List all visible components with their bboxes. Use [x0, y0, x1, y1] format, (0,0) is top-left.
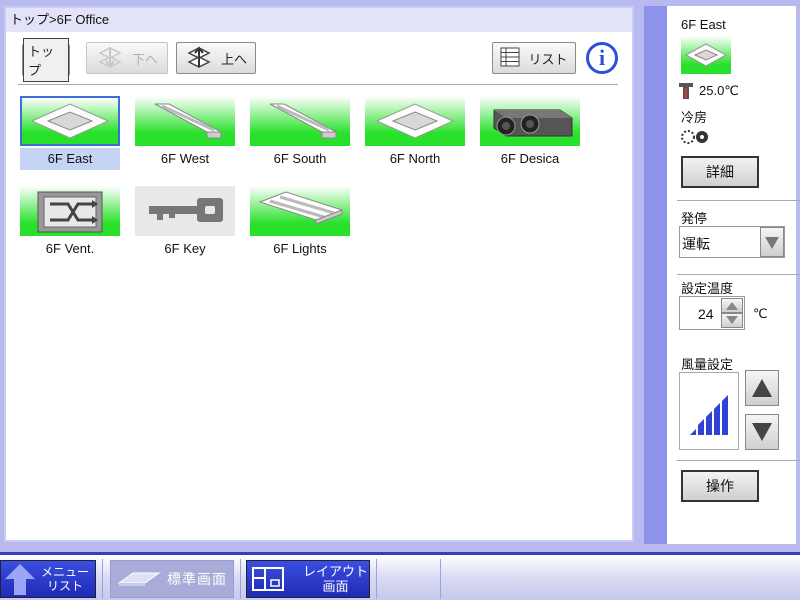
breadcrumb: トップ>6F Office — [6, 8, 632, 32]
menu-list-button[interactable]: メニュー リスト — [0, 560, 96, 598]
operate-button-label: 操作 — [706, 478, 734, 494]
up-button[interactable]: 上へ — [176, 42, 256, 74]
info-button[interactable]: i — [586, 42, 618, 74]
fluorescent-light-icon — [250, 96, 350, 146]
standard-screen-button[interactable]: 標準画面 — [110, 560, 234, 598]
setpoint-value: 24 — [698, 306, 714, 322]
layout-screen-icon — [252, 567, 284, 591]
list-button-label: リスト — [528, 51, 568, 67]
detail-button[interactable]: 詳細 — [681, 156, 759, 188]
detail-panel: 6F East 25.0℃ 冷房 詳細 発停 運転 設定温度 24 ℃ 風量設定… — [644, 6, 800, 544]
device-label: 6F Desica — [500, 151, 560, 166]
down-button-label: 下へ — [131, 51, 158, 67]
device-tile[interactable]: 6F West — [135, 96, 235, 178]
cassette-ac-icon — [365, 96, 465, 146]
onoff-select[interactable]: 運転 — [679, 226, 785, 258]
device-tile[interactable]: 6F East — [20, 96, 120, 178]
cassette-ac-icon — [20, 96, 120, 146]
desiccant-unit-icon — [480, 96, 580, 146]
operate-button[interactable]: 操作 — [681, 470, 759, 502]
standard-screen-label: 標準画面 — [167, 571, 227, 587]
fluorescent-light-icon — [250, 186, 350, 236]
ventilation-icon — [20, 186, 120, 236]
fan-up-button[interactable] — [745, 370, 779, 406]
fan-speed-icon — [679, 128, 715, 149]
top-button-label: トップ — [23, 38, 69, 82]
thermometer-icon — [677, 80, 695, 103]
up-arrow-icon — [185, 45, 213, 72]
device-tile[interactable]: 6F Key — [135, 186, 235, 268]
down-button[interactable]: 下へ — [86, 42, 168, 74]
standard-screen-icon — [117, 572, 161, 586]
device-label: 6F North — [389, 151, 441, 166]
separator — [440, 559, 441, 599]
separator — [240, 559, 241, 599]
chevron-down-icon[interactable] — [760, 227, 784, 257]
fan-title: 風量設定 — [681, 357, 734, 372]
fan-level-bars-icon — [690, 395, 728, 435]
selected-device-name: 6F East — [681, 17, 726, 32]
fluorescent-light-icon — [135, 96, 235, 146]
menu-list-label-line2: リスト — [47, 579, 84, 593]
onoff-value: 運転 — [682, 236, 710, 252]
chevron-up-icon[interactable] — [721, 298, 743, 313]
separator — [677, 274, 800, 275]
fan-down-button[interactable] — [745, 414, 779, 450]
room-temperature: 25.0℃ — [699, 83, 739, 98]
separator — [677, 460, 800, 461]
device-tile[interactable]: 6F Vent. — [20, 186, 120, 268]
fan-level-display — [679, 372, 739, 450]
setpoint-unit: ℃ — [753, 306, 768, 321]
layout-screen-label-line1: レイアウト — [303, 564, 369, 579]
device-label: 6F South — [273, 151, 327, 166]
detail-button-label: 詳細 — [706, 164, 734, 180]
cassette-ac-icon — [681, 36, 731, 74]
key-icon — [135, 186, 235, 236]
down-arrow-icon — [96, 45, 124, 72]
menu-list-label-line1: メニュー — [41, 565, 90, 579]
device-tile[interactable]: 6F Desica — [480, 96, 580, 178]
setpoint-title: 設定温度 — [681, 281, 734, 296]
top-button[interactable]: トップ — [22, 38, 70, 82]
device-label: 6F Lights — [273, 241, 327, 256]
list-button[interactable]: リスト — [492, 42, 576, 74]
device-tile[interactable]: 6F North — [365, 96, 465, 178]
main-panel: トップ>6F Office トップ 下へ 上へ リスト i 6F East 6F… — [4, 6, 634, 542]
toolbar-divider — [18, 84, 618, 85]
separator — [102, 559, 103, 599]
device-label: 6F West — [160, 151, 210, 166]
setpoint-stepper[interactable]: 24 — [679, 296, 745, 330]
triangle-up-icon — [752, 379, 772, 397]
device-label: 6F East — [20, 148, 120, 170]
triangle-down-icon — [752, 423, 772, 441]
separator — [376, 559, 377, 599]
info-icon: i — [598, 45, 606, 70]
chevron-down-icon[interactable] — [721, 313, 743, 328]
onoff-title: 発停 — [681, 211, 708, 226]
list-icon — [500, 47, 520, 70]
layout-screen-button[interactable]: レイアウト 画面 — [246, 560, 370, 598]
device-tile[interactable]: 6F South — [250, 96, 350, 178]
arrow-up-icon — [5, 564, 35, 595]
device-label: 6F Vent. — [45, 241, 95, 256]
device-label: 6F Key — [164, 241, 206, 256]
separator — [677, 200, 800, 201]
operation-mode: 冷房 — [681, 110, 708, 125]
device-tile[interactable]: 6F Lights — [250, 186, 350, 268]
layout-screen-label-line2: 画面 — [322, 579, 349, 594]
up-button-label: 上へ — [220, 51, 247, 67]
bottom-bar: メニュー リスト 標準画面 レイアウト 画面 — [0, 552, 800, 600]
